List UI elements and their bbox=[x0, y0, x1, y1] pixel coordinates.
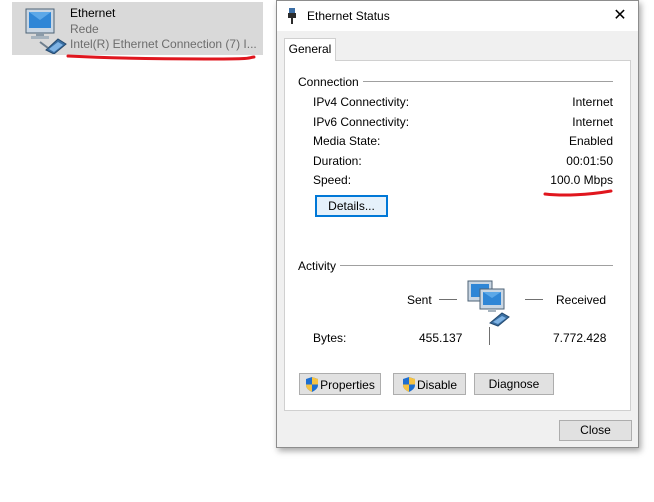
received-dash bbox=[525, 299, 543, 300]
uac-shield-icon bbox=[305, 377, 319, 393]
diagnose-button[interactable]: Diagnose bbox=[474, 373, 554, 395]
general-tab-panel: Connection IPv4 Connectivity: Internet I… bbox=[284, 60, 631, 411]
properties-button[interactable]: Properties bbox=[299, 373, 381, 395]
connection-divider bbox=[349, 81, 613, 82]
duration-label: Duration: bbox=[313, 154, 362, 168]
media-state-value: Enabled bbox=[568, 134, 613, 148]
bytes-sent-value: 455.137 bbox=[419, 331, 463, 345]
speed-label: Speed: bbox=[313, 173, 352, 187]
speed-value: 100.0 Mbps bbox=[550, 173, 613, 187]
bytes-received-value: 7.772.428 bbox=[553, 331, 607, 345]
adapter-name: Ethernet bbox=[70, 6, 116, 20]
properties-button-label: Properties bbox=[320, 377, 375, 392]
ipv6-connectivity-value: Internet bbox=[572, 115, 613, 129]
title-bar[interactable]: Ethernet Status ✕ bbox=[277, 1, 638, 31]
duration-value: 00:01:50 bbox=[566, 154, 613, 168]
ipv6-connectivity-label: IPv6 Connectivity: bbox=[313, 115, 410, 129]
activity-section-label: Activity bbox=[298, 259, 341, 273]
received-label: Received bbox=[556, 293, 607, 307]
adapter-device-name: Intel(R) Ethernet Connection (7) I... bbox=[70, 37, 257, 51]
disable-button[interactable]: Disable bbox=[393, 373, 466, 395]
sent-dash bbox=[439, 299, 457, 300]
disable-button-label: Disable bbox=[416, 377, 458, 392]
adapter-network-name: Rede bbox=[70, 22, 99, 36]
red-underline-speed-annotation bbox=[543, 189, 613, 197]
bytes-divider bbox=[489, 327, 490, 345]
ethernet-status-dialog: Ethernet Status ✕ General Connection IPv… bbox=[276, 0, 639, 448]
dialog-title: Ethernet Status bbox=[307, 9, 390, 23]
sent-label: Sent bbox=[407, 293, 432, 307]
activity-divider bbox=[339, 265, 613, 266]
connection-section-label: Connection bbox=[298, 75, 363, 89]
close-icon[interactable]: ✕ bbox=[602, 1, 638, 31]
bytes-label: Bytes: bbox=[313, 331, 347, 345]
tab-general[interactable]: General bbox=[284, 38, 336, 61]
network-adapter-icon bbox=[18, 6, 72, 55]
close-button[interactable]: Close bbox=[559, 420, 632, 441]
ethernet-plug-icon bbox=[287, 8, 297, 24]
ipv4-connectivity-value: Internet bbox=[572, 95, 613, 109]
media-state-label: Media State: bbox=[313, 134, 381, 148]
uac-shield-icon bbox=[402, 377, 416, 393]
network-activity-icon bbox=[466, 279, 518, 327]
details-button[interactable]: Details... bbox=[315, 195, 388, 217]
network-adapter-tile[interactable]: Ethernet Rede Intel(R) Ethernet Connecti… bbox=[12, 2, 263, 55]
ipv4-connectivity-label: IPv4 Connectivity: bbox=[313, 95, 410, 109]
